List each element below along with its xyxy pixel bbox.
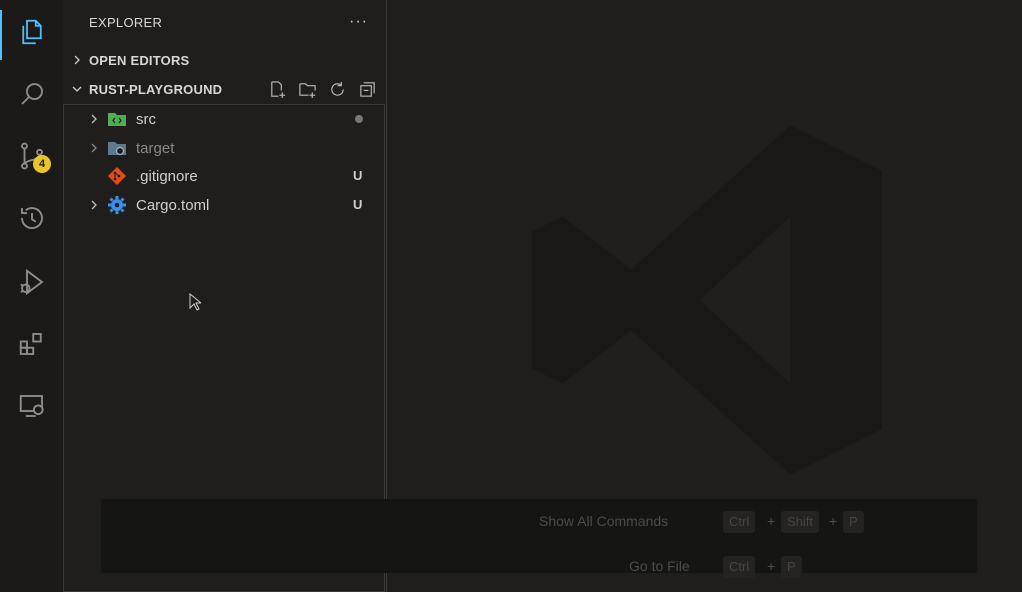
hint-label-show-all-commands: Show All Commands [539,513,669,529]
key-separator: + [767,558,776,574]
chevron-down-icon [65,83,89,95]
key-ctrl: Ctrl [723,511,756,533]
modified-dot [355,115,363,123]
project-label: RUST-PLAYGROUND [89,81,223,97]
tree-item-target[interactable]: target [64,134,386,162]
key-separator: + [829,513,838,529]
more-actions-icon[interactable]: ··· [349,13,368,31]
tree-item-label: target [136,140,175,157]
tree-item-label: src [136,111,156,128]
git-icon [108,167,126,185]
new-file-icon[interactable] [266,78,288,100]
tree-item-cargo-toml[interactable]: Cargo.toml U [64,191,386,219]
folder-target-icon [108,142,126,156]
extensions-icon[interactable] [0,316,63,372]
tree-item-src[interactable]: src [64,105,386,133]
key-ctrl: Ctrl [723,556,756,578]
key-p: P [843,511,864,533]
open-editors-label: OPEN EDITORS [89,52,190,68]
tree-item-label: Cargo.toml [136,197,210,214]
gear-icon [108,196,126,214]
timeline-icon[interactable] [0,190,63,246]
sidebar-title: EXPLORER [89,15,163,30]
mouse-cursor-icon [189,293,201,311]
hint-label-go-to-file: Go to File [629,558,690,574]
new-folder-icon[interactable] [296,78,318,100]
key-p: P [781,556,802,578]
search-icon[interactable] [0,66,63,122]
shortcut-hints: Show All Commands Ctrl + Shift + P Go to… [101,499,977,578]
project-section[interactable]: RUST-PLAYGROUND [63,76,386,102]
chevron-right-icon [91,143,97,153]
untracked-status: U [353,168,363,183]
collapse-all-icon[interactable] [356,78,378,100]
refresh-icon[interactable] [326,78,348,100]
chevron-right-icon [91,200,97,210]
folder-src-icon [108,113,126,126]
key-shift: Shift [781,511,820,533]
chevron-right-icon [65,54,89,66]
chevron-right-icon [91,114,97,124]
vscode-logo-watermark-icon [532,125,882,475]
tree-item-gitignore[interactable]: .gitignore U [64,162,386,190]
run-debug-icon[interactable] [0,254,63,310]
tree-item-label: .gitignore [136,168,198,185]
key-separator: + [767,513,776,529]
activity-bar: 4 [0,0,64,592]
source-control-icon[interactable]: 4 [0,128,63,184]
open-editors-section[interactable]: OPEN EDITORS [63,47,386,73]
remote-explorer-icon[interactable] [0,378,63,434]
source-control-badge: 4 [33,155,51,173]
explorer-icon[interactable] [0,4,63,60]
untracked-status: U [353,197,363,212]
